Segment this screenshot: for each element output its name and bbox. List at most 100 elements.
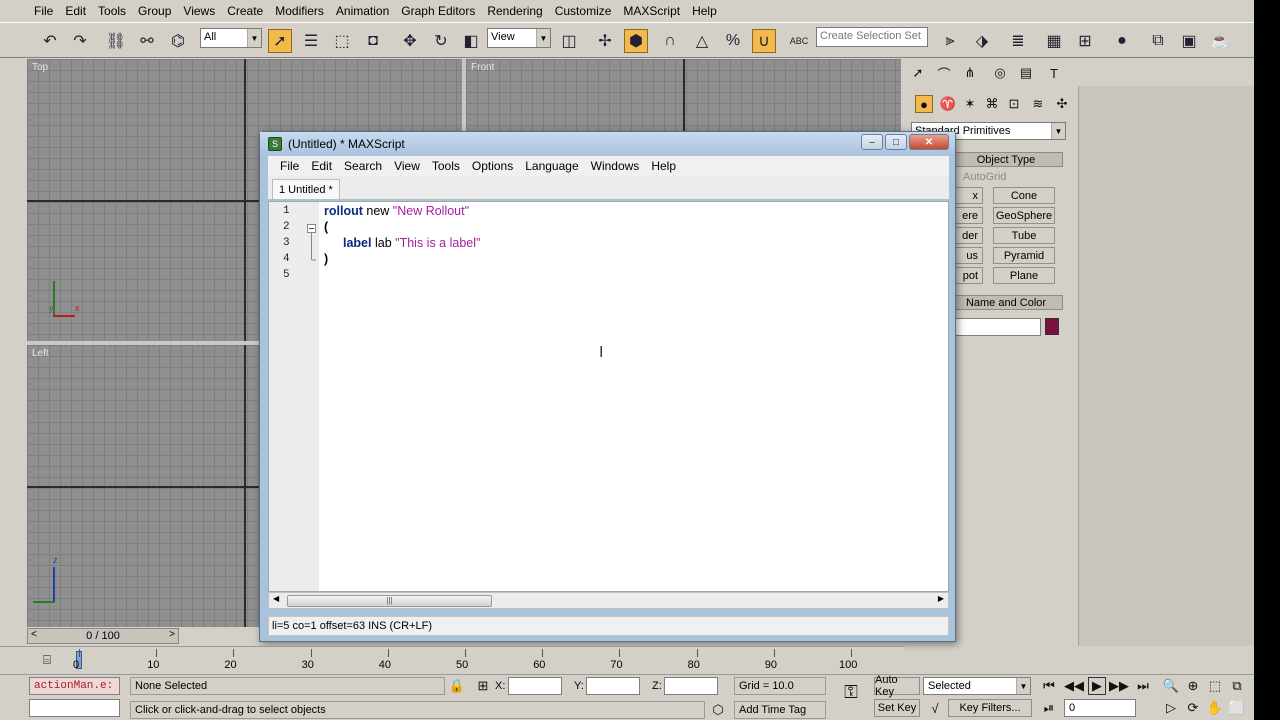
add-time-tag-button[interactable]: Add Time Tag <box>734 701 826 719</box>
dialog-menu-language[interactable]: Language <box>519 159 584 173</box>
menu-rendering[interactable]: Rendering <box>481 4 548 18</box>
redo-icon[interactable]: ↷ <box>68 29 92 53</box>
dialog-menu-view[interactable]: View <box>388 159 426 173</box>
zoom-all-icon[interactable]: ⊕ <box>1184 677 1202 695</box>
z-coordinate-field[interactable] <box>664 677 718 695</box>
time-slider[interactable]: < 0 / 100 > <box>27 628 179 644</box>
geosphere-button[interactable]: GeoSphere <box>993 207 1055 224</box>
rotate-icon[interactable]: ↻ <box>429 29 453 53</box>
time-slider-right-icon[interactable]: > <box>169 629 175 640</box>
align-icon[interactable]: ⬗ <box>970 29 994 53</box>
spinner-snap-icon[interactable]: ∪ <box>752 29 776 53</box>
key-filters-button[interactable]: Key Filters... <box>948 699 1032 717</box>
render-setup-icon[interactable]: ⧉ <box>1146 29 1170 53</box>
select-and-link-icon[interactable]: ⛓ <box>104 29 128 53</box>
menu-create[interactable]: Create <box>221 4 269 18</box>
pyramid-button[interactable]: Pyramid <box>993 247 1055 264</box>
systems-icon[interactable]: ✣ <box>1053 95 1071 113</box>
utilities-tab-icon[interactable]: T <box>1045 64 1063 82</box>
menu-animation[interactable]: Animation <box>330 4 395 18</box>
auto-key-button[interactable]: Auto Key <box>874 674 920 698</box>
menu-views[interactable]: Views <box>177 4 221 18</box>
scrollbar-thumb[interactable]: ||| <box>287 595 492 607</box>
plane-button[interactable]: Plane <box>993 267 1055 284</box>
modify-tab-icon[interactable]: ⌒ <box>935 64 953 82</box>
key-mode-toggle-icon[interactable]: ⏯ <box>1040 699 1058 717</box>
geometry-icon[interactable]: ● <box>915 95 933 113</box>
menu-help[interactable]: Help <box>686 4 723 18</box>
percent-snap-icon[interactable]: % <box>721 29 745 53</box>
undo-icon[interactable]: ↶ <box>38 29 62 53</box>
dialog-menu-help[interactable]: Help <box>645 159 682 173</box>
code-editor[interactable]: 1 2 3 4 5 rollout new "New Rollout" ( la… <box>268 201 949 592</box>
cone-button[interactable]: Cone <box>993 187 1055 204</box>
zoom-extents-icon[interactable]: ⬚ <box>1206 677 1224 695</box>
create-tab-icon[interactable]: ➚ <box>909 64 927 82</box>
named-selection-set-field[interactable]: Create Selection Set <box>816 27 928 47</box>
autogrid-checkbox-label[interactable]: AutoGrid <box>963 171 1006 183</box>
curve-editor-icon[interactable]: ▦ <box>1042 29 1066 53</box>
helpers-icon[interactable]: ⊡ <box>1005 95 1023 113</box>
select-object-icon[interactable]: ➚ <box>268 29 292 53</box>
horizontal-scrollbar[interactable]: ◀ ||| ▶ <box>268 592 949 609</box>
scroll-left-icon[interactable]: ◀ <box>273 594 279 603</box>
cameras-icon[interactable]: ⌘ <box>983 95 1001 113</box>
object-color-swatch[interactable] <box>1045 318 1059 335</box>
motion-tab-icon[interactable]: ◎ <box>991 64 1009 82</box>
tube-button[interactable]: Tube <box>993 227 1055 244</box>
previous-frame-icon[interactable]: ◀◀ <box>1064 677 1084 695</box>
hierarchy-tab-icon[interactable]: ⋔ <box>961 64 979 82</box>
key-mode-dropdown[interactable]: Selected ▼ <box>923 677 1031 695</box>
menu-graph-editors[interactable]: Graph Editors <box>395 4 481 18</box>
menu-file[interactable]: File <box>28 4 59 18</box>
set-key-button[interactable]: Set Key <box>874 699 920 717</box>
next-frame-icon[interactable]: ▶▶ <box>1109 677 1129 695</box>
maximize-viewport-icon[interactable]: ⬜ <box>1228 699 1246 717</box>
pivot-center-icon[interactable]: ◫ <box>557 29 581 53</box>
close-button[interactable]: ✕ <box>909 134 949 150</box>
default-tangent-icon[interactable]: √ <box>926 699 944 717</box>
window-crossing-icon[interactable]: ◘ <box>361 29 385 53</box>
set-key-icon[interactable]: ⚿ <box>838 682 864 702</box>
dialog-menu-options[interactable]: Options <box>466 159 519 173</box>
dialog-menu-tools[interactable]: Tools <box>426 159 466 173</box>
scroll-right-icon[interactable]: ▶ <box>938 594 944 603</box>
scale-icon[interactable]: ◧ <box>459 29 483 53</box>
viewport-top-label[interactable]: Top <box>32 62 48 73</box>
script-listener-input[interactable] <box>29 699 120 717</box>
angle-snap-icon[interactable]: △ <box>690 29 714 53</box>
rendered-frame-window-icon[interactable]: ▣ <box>1177 29 1201 53</box>
mirror-icon[interactable]: ⫸ <box>938 29 962 53</box>
unlink-icon[interactable]: ⚯ <box>135 29 159 53</box>
viewport-front-label[interactable]: Front <box>471 62 494 73</box>
select-by-name-icon[interactable]: ☰ <box>299 29 323 53</box>
display-tab-icon[interactable]: ▤ <box>1017 64 1035 82</box>
name-and-color-rollout[interactable]: Name and Color <box>949 295 1063 310</box>
lock-icon[interactable]: 🔒 <box>448 677 466 695</box>
menu-group[interactable]: Group <box>132 4 177 18</box>
zoom-extents-all-icon[interactable]: ⧉ <box>1228 677 1246 695</box>
dialog-menu-file[interactable]: File <box>274 159 305 173</box>
track-bar[interactable]: ⌸ 0 10 20 30 40 50 60 70 80 90 100 <box>0 646 905 674</box>
dialog-menu-windows[interactable]: Windows <box>585 159 646 173</box>
shapes-icon[interactable]: ♈ <box>939 95 957 113</box>
object-name-field[interactable] <box>949 318 1041 336</box>
move-icon[interactable]: ✥ <box>398 29 422 53</box>
selection-filter-dropdown[interactable]: All ▼ <box>200 28 262 48</box>
orbit-icon[interactable]: ⟳ <box>1184 699 1202 717</box>
script-listener-mini[interactable]: actionMan.e: <box>29 677 120 695</box>
object-type-rollout[interactable]: Object Type <box>949 152 1063 167</box>
menu-modifiers[interactable]: Modifiers <box>269 4 330 18</box>
minimize-button[interactable]: – <box>861 134 883 150</box>
schematic-view-icon[interactable]: ⊞ <box>1073 29 1097 53</box>
play-icon[interactable]: ▶ <box>1088 677 1106 695</box>
menu-tools[interactable]: Tools <box>92 4 132 18</box>
go-to-end-icon[interactable]: ⏭ <box>1134 677 1152 695</box>
time-slider-left-icon[interactable]: < <box>31 629 37 640</box>
maximize-button[interactable]: □ <box>885 134 907 150</box>
edit-named-selection-icon[interactable]: ABC <box>787 29 811 53</box>
manipulate-icon[interactable]: ✢ <box>593 29 617 53</box>
dialog-title-bar[interactable]: S (Untitled) * MAXScript – □ ✕ <box>260 132 955 156</box>
menu-customize[interactable]: Customize <box>549 4 618 18</box>
current-frame-field[interactable]: 0 <box>1064 699 1136 717</box>
